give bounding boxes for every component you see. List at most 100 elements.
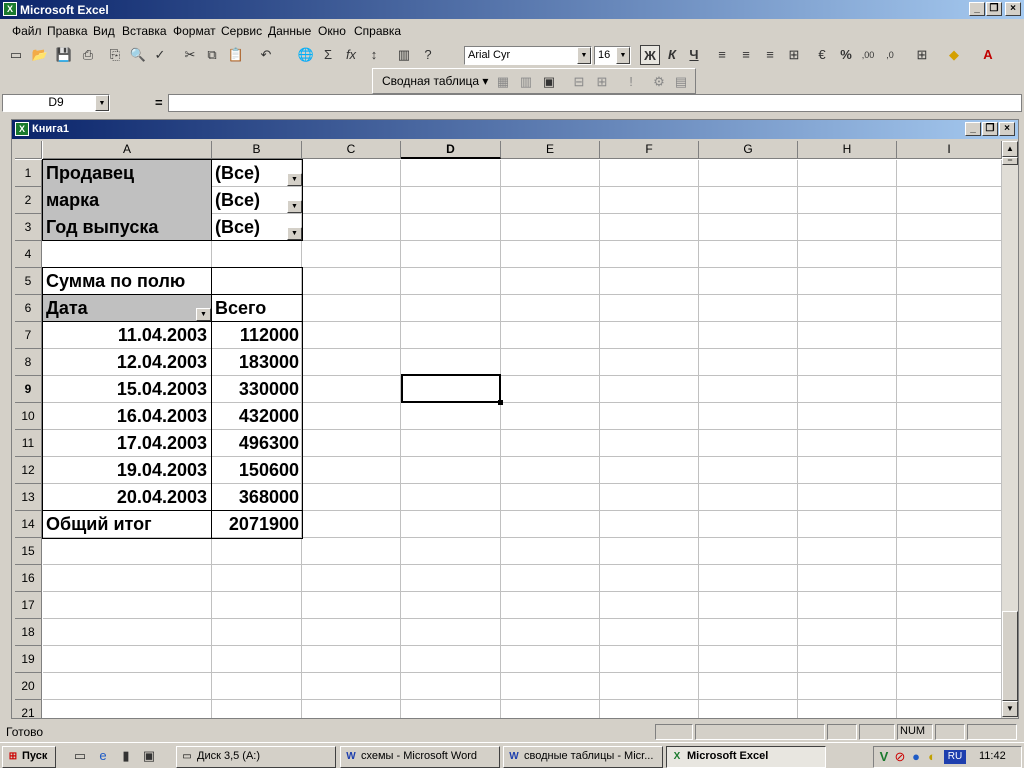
- field-list-icon[interactable]: ▤: [671, 72, 691, 92]
- chevron-down-icon[interactable]: ▼: [196, 308, 211, 321]
- font-color-icon[interactable]: A: [978, 45, 998, 65]
- row-header-6[interactable]: 6: [15, 295, 42, 322]
- row-header-17[interactable]: 17: [15, 592, 42, 619]
- active-cell-selection[interactable]: [401, 374, 501, 403]
- format-report-icon[interactable]: ▦: [493, 72, 513, 92]
- font-name-select[interactable]: Arial Cyr ▼: [464, 46, 592, 65]
- row-date[interactable]: 16.04.2003: [43, 403, 211, 430]
- column-header-e[interactable]: E: [501, 141, 600, 159]
- pivot-table-menu[interactable]: Сводная таблица ▾: [382, 74, 488, 88]
- column-header-g[interactable]: G: [699, 141, 798, 159]
- column-header-f[interactable]: F: [600, 141, 699, 159]
- copy-icon[interactable]: ⧉: [202, 45, 222, 65]
- column-header-i[interactable]: I: [897, 141, 1002, 159]
- help-icon[interactable]: ?: [418, 45, 438, 65]
- row-header-14[interactable]: 14: [15, 511, 42, 538]
- bold-button[interactable]: Ж: [640, 45, 660, 65]
- spreadsheet-grid[interactable]: ABCDEFGHI 1 2 3 4 5 6 7 8 9 10 11 12 13 14 15 16 17 18 19 2…: [15, 141, 1002, 718]
- function-icon[interactable]: fx: [341, 45, 361, 65]
- restore-button[interactable]: ❐: [986, 2, 1002, 16]
- chevron-down-icon[interactable]: ▼: [577, 47, 591, 64]
- row-value[interactable]: 183000: [212, 349, 302, 376]
- row-header-12[interactable]: 12: [15, 457, 42, 484]
- row-date[interactable]: 19.04.2003: [43, 457, 211, 484]
- quicklaunch-icon[interactable]: ▣: [139, 746, 159, 766]
- no-entry-icon[interactable]: ⊘: [892, 747, 908, 767]
- show-desktop-icon[interactable]: ▭: [70, 746, 90, 766]
- open-folder-icon[interactable]: 📂: [30, 45, 50, 65]
- chevron-down-icon[interactable]: ▼: [287, 173, 302, 186]
- taskbar-item-floppy[interactable]: ▭ Диск 3,5 (A:): [176, 746, 336, 768]
- chevron-down-icon[interactable]: ▼: [95, 95, 109, 111]
- page-field-label[interactable]: Продавец: [43, 160, 211, 187]
- row-header-16[interactable]: 16: [15, 565, 42, 592]
- row-date[interactable]: 15.04.2003: [43, 376, 211, 403]
- merge-center-icon[interactable]: ⊞: [784, 45, 804, 65]
- column-header-c[interactable]: C: [302, 141, 401, 159]
- column-header-b[interactable]: B: [212, 141, 302, 159]
- autosum-icon[interactable]: Σ: [318, 45, 338, 65]
- chart-report-icon[interactable]: ▥: [516, 72, 536, 92]
- quicklaunch-icon[interactable]: ▮: [116, 746, 136, 766]
- row-header-15[interactable]: 15: [15, 538, 42, 565]
- column-header-h[interactable]: H: [798, 141, 897, 159]
- align-right-icon[interactable]: ≡: [760, 45, 780, 65]
- row-date[interactable]: 12.04.2003: [43, 349, 211, 376]
- menu-help[interactable]: Справка: [354, 24, 401, 38]
- field-settings-icon[interactable]: ⚙: [649, 72, 669, 92]
- row-date[interactable]: 20.04.2003: [43, 484, 211, 511]
- currency-icon[interactable]: €: [812, 45, 832, 65]
- workbook-close-button[interactable]: ×: [999, 122, 1015, 136]
- page-field-label[interactable]: марка: [43, 187, 211, 214]
- menu-insert[interactable]: Вставка: [122, 24, 167, 38]
- percent-button[interactable]: %: [836, 45, 856, 65]
- underline-button[interactable]: Ч: [684, 45, 704, 65]
- row-header-8[interactable]: 8: [15, 349, 42, 376]
- select-all-corner[interactable]: [15, 141, 42, 159]
- undo-icon[interactable]: ↶: [256, 45, 276, 65]
- antivirus-icon[interactable]: V: [876, 747, 892, 767]
- row-header-18[interactable]: 18: [15, 619, 42, 646]
- language-indicator[interactable]: RU: [944, 750, 966, 764]
- row-header-3[interactable]: 3: [15, 214, 42, 241]
- decrease-decimal-icon[interactable]: ,0: [880, 45, 900, 65]
- menu-tools[interactable]: Сервис: [221, 24, 262, 38]
- taskbar-item-word-pivot[interactable]: Wсводные таблицы - Micr...: [503, 746, 663, 768]
- menu-window[interactable]: Окно: [318, 24, 346, 38]
- sort-icon[interactable]: ↕: [364, 45, 384, 65]
- new-file-icon[interactable]: ▭: [6, 45, 26, 65]
- chart-wizard-icon[interactable]: ▥: [394, 45, 414, 65]
- row-header-10[interactable]: 10: [15, 403, 42, 430]
- menu-data[interactable]: Данные: [268, 24, 311, 38]
- show-detail-icon[interactable]: ⊞: [592, 72, 612, 92]
- scroll-thumb[interactable]: [1002, 611, 1018, 701]
- vertical-scrollbar[interactable]: ▲ ═ ▼: [1002, 141, 1018, 718]
- increase-decimal-icon[interactable]: ,00: [858, 45, 878, 65]
- scroll-down-arrow-icon[interactable]: ▼: [1002, 701, 1018, 717]
- close-button[interactable]: ×: [1005, 2, 1021, 16]
- row-header-20[interactable]: 20: [15, 673, 42, 700]
- font-size-select[interactable]: 16 ▼: [594, 46, 631, 65]
- data-field-label[interactable]: Сумма по полю: [43, 268, 211, 295]
- volume-icon[interactable]: ◐: [924, 747, 940, 767]
- total-header[interactable]: Всего: [212, 295, 302, 322]
- refresh-icon[interactable]: !: [621, 72, 641, 92]
- menu-edit[interactable]: Правка: [47, 24, 88, 38]
- row-date[interactable]: 17.04.2003: [43, 430, 211, 457]
- row-value[interactable]: 496300: [212, 430, 302, 457]
- row-value[interactable]: 330000: [212, 376, 302, 403]
- split-box[interactable]: ═: [1002, 157, 1018, 165]
- print-icon[interactable]: ⎙: [78, 45, 98, 65]
- fill-color-icon[interactable]: ◆: [944, 45, 964, 65]
- chevron-down-icon[interactable]: ▼: [616, 47, 630, 64]
- row-header-7[interactable]: 7: [15, 322, 42, 349]
- page-field-label[interactable]: Год выпуска: [43, 214, 211, 241]
- chevron-down-icon[interactable]: ▼: [287, 227, 302, 240]
- row-date[interactable]: 11.04.2003: [43, 322, 211, 349]
- preview-icon[interactable]: 🔍: [128, 45, 148, 65]
- row-field-label[interactable]: Дата: [43, 295, 211, 322]
- italic-button[interactable]: К: [662, 45, 682, 65]
- row-header-9[interactable]: 9: [15, 376, 42, 403]
- row-value[interactable]: 368000: [212, 484, 302, 511]
- scroll-up-arrow-icon[interactable]: ▲: [1002, 141, 1018, 157]
